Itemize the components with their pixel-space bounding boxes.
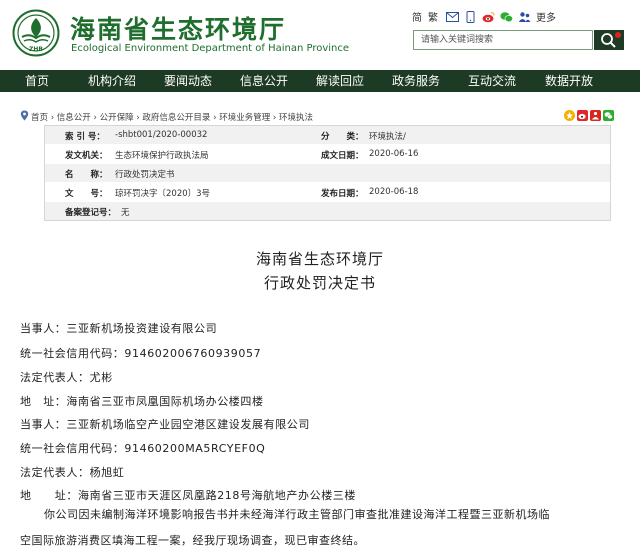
location-pin-icon (20, 110, 29, 121)
nav-interpretation[interactable]: 解读回应 (302, 70, 378, 92)
address-label: 地 址： (20, 489, 78, 502)
top-links: 简 繁 更多 (412, 9, 562, 24)
nav-disclosure[interactable]: 信息公开 (226, 70, 302, 92)
credit-code-label: 统一社会信用代码： (20, 442, 125, 455)
nav-about[interactable]: 机构介绍 (74, 70, 150, 92)
search-input[interactable]: 请输入关键词搜索 (413, 30, 593, 50)
share-wechat-icon[interactable] (603, 110, 614, 121)
category-value: 环境执法/ (369, 132, 406, 142)
credit-code-label: 统一社会信用代码： (20, 347, 125, 360)
credit-code-2: 统一社会信用代码：91460200MA5RCYEF0Q (20, 440, 265, 456)
mobile-icon[interactable] (464, 10, 477, 23)
party-label: 当事人： (20, 418, 67, 431)
breadcrumb-bar: 首页 › 信息公开 › 公开保障 › 政府信息公开目录 › 环境业务管理 › 环… (0, 108, 640, 124)
issuer-label: 发文机关： (65, 151, 108, 161)
legal-rep-2: 法定代表人：杨旭虹 (20, 464, 124, 480)
published-date-value: 2020-06-18 (369, 187, 419, 197)
body-line-2: 空国际旅游消费区填海工程一案，经我厅现场调查，现已审查终结。 (20, 534, 365, 547)
credit-code-value: 914602006760939057 (124, 347, 262, 360)
index-value: -shbt001/2020-00032 (115, 130, 208, 140)
site-header: ZHB 海南省生态环境厅 Ecological Environment Depa… (0, 0, 640, 70)
info-row: 发文机关： 生态环境保护行政执法局 成文日期： 2020-06-16 (45, 145, 610, 164)
people-icon[interactable] (518, 11, 531, 23)
search-button[interactable] (594, 30, 624, 50)
info-row: 文 号： 琼环罚决字〔2020〕3号 发布日期： 2020-06-18 (45, 183, 610, 202)
name-label: 名 称： (65, 170, 108, 180)
site-subtitle: Ecological Environment Department of Hai… (71, 43, 350, 54)
search-box: 请输入关键词搜索 (413, 30, 624, 52)
nav-services[interactable]: 政务服务 (378, 70, 454, 92)
doc-title-line2: 行政处罚决定书 (263, 274, 376, 292)
published-date-label: 发布日期： (321, 189, 364, 199)
weibo-icon[interactable] (482, 11, 495, 23)
logo-emblem-icon[interactable]: ZHB (12, 9, 60, 57)
party-name-2: 当事人：三亚新机场临空产业园空港区建设发展有限公司 (20, 416, 310, 432)
legal-rep-value: 尤彬 (89, 371, 113, 384)
record-label: 备案登记号： (65, 208, 117, 218)
nav-open-data[interactable]: 数据开放 (530, 70, 608, 92)
created-date-value: 2020-06-16 (369, 149, 419, 159)
legal-rep-label: 法定代表人： (20, 466, 90, 479)
site-title[interactable]: 海南省生态环境厅 (70, 10, 286, 46)
issuer-value: 生态环境保护行政执法局 (115, 151, 209, 161)
share-icons (564, 110, 616, 121)
name-value: 行政处罚决定书 (115, 170, 175, 180)
party-label: 当事人： (20, 322, 67, 335)
wechat-icon[interactable] (500, 11, 513, 23)
credit-code-1: 统一社会信用代码：914602006760939057 (20, 345, 261, 361)
logo-text: ZHB (29, 46, 43, 53)
legal-rep-value: 杨旭虹 (89, 466, 125, 479)
record-value: 无 (121, 208, 130, 218)
legal-rep-label: 法定代表人： (20, 371, 90, 384)
address-label: 地 址： (20, 395, 67, 408)
traditional-link[interactable]: 繁 (428, 9, 438, 24)
doc-number-value: 琼环罚决字〔2020〕3号 (115, 189, 211, 199)
index-label: 索 引 号： (65, 132, 105, 142)
body-line-1: 你公司因未编制海洋环境影响报告书并未经海洋行政主管部门审查批准建设海洋工程暨三亚… (44, 508, 550, 521)
more-link[interactable]: 更多 (536, 9, 556, 24)
party-name-1: 当事人：三亚新机场投资建设有限公司 (20, 320, 217, 336)
simplified-link[interactable]: 简 (412, 9, 422, 24)
party-value: 三亚新机场投资建设有限公司 (66, 322, 218, 335)
nav-news[interactable]: 要闻动态 (150, 70, 226, 92)
doc-number-label: 文 号： (65, 189, 108, 199)
nav-home[interactable]: 首页 (0, 70, 74, 92)
nav-interaction[interactable]: 互动交流 (454, 70, 530, 92)
document-info-table: 索 引 号： -shbt001/2020-00032 分 类： 环境执法/ 发文… (44, 125, 611, 221)
search-icon (601, 32, 621, 48)
info-row: 名 称： 行政处罚决定书 (45, 164, 610, 183)
breadcrumb[interactable]: 首页 › 信息公开 › 公开保障 › 政府信息公开目录 › 环境业务管理 › 环… (31, 111, 313, 123)
address-value: 海南省三亚市天涯区凤凰路218号海航地产办公楼三楼 (78, 489, 356, 502)
credit-code-value: 91460200MA5RCYEF0Q (124, 442, 266, 455)
info-row: 索 引 号： -shbt001/2020-00032 分 类： 环境执法/ (45, 126, 610, 145)
party-value: 三亚新机场临空产业园空港区建设发展有限公司 (66, 418, 311, 431)
body-paragraph: 你公司因未编制海洋环境影响报告书并未经海洋行政主管部门审查批准建设海洋工程暨三亚… (20, 502, 624, 554)
share-weibo-icon[interactable] (577, 110, 588, 121)
address-value: 海南省三亚市凤凰国际机场办公楼四楼 (66, 395, 264, 408)
share-people-icon[interactable] (590, 110, 601, 121)
address-2: 地 址：海南省三亚市天涯区凤凰路218号海航地产办公楼三楼 (20, 487, 356, 503)
address-1: 地 址：海南省三亚市凤凰国际机场办公楼四楼 (20, 393, 264, 409)
mail-icon[interactable] (446, 11, 459, 23)
qzone-icon[interactable] (564, 110, 575, 121)
doc-title-line1: 海南省生态环境厅 (255, 250, 384, 268)
category-label: 分 类： (321, 132, 364, 142)
main-nav: 首页 机构介绍 要闻动态 信息公开 解读回应 政务服务 互动交流 数据开放 (0, 70, 640, 92)
info-row: 备案登记号： 无 (45, 202, 610, 220)
created-date-label: 成文日期： (321, 151, 364, 161)
legal-rep-1: 法定代表人：尤彬 (20, 369, 113, 385)
